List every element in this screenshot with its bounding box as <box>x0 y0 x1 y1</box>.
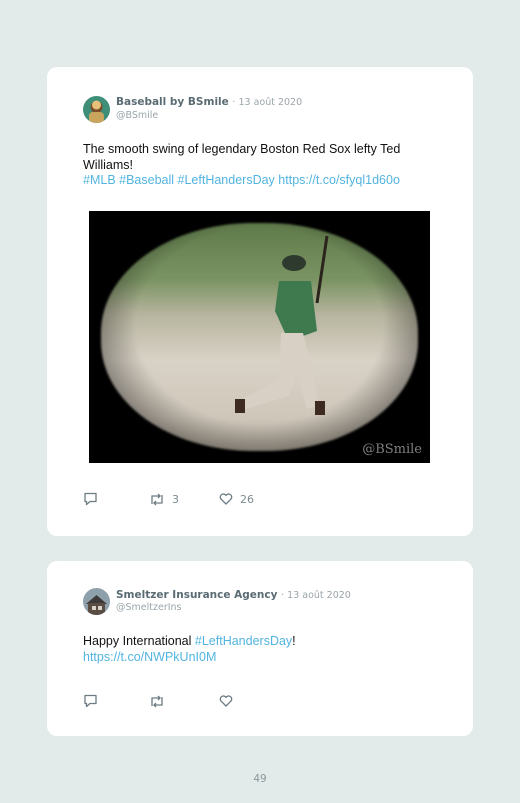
retweet-button[interactable] <box>149 693 172 709</box>
avatar[interactable] <box>83 588 110 615</box>
tweet-media[interactable]: @BSmile <box>89 211 430 463</box>
hashtag-link[interactable]: #Baseball <box>119 173 174 187</box>
reply-button[interactable] <box>83 491 98 507</box>
avatar[interactable] <box>83 96 110 123</box>
author-handle[interactable]: @SmeltzerIns <box>116 602 182 613</box>
retweet-icon <box>151 493 163 505</box>
tweet-text: Happy International #LeftHandersDay! htt… <box>83 634 438 665</box>
tweet-url-link[interactable]: https://t.co/sfyql1d60o <box>278 173 400 187</box>
like-button[interactable] <box>219 693 240 709</box>
page-number: 49 <box>253 773 267 785</box>
author-line: Smeltzer Insurance Agency · 13 août 2020 <box>116 589 351 601</box>
retweet-count: 3 <box>172 492 179 506</box>
tweet-url-link[interactable]: https://t.co/NWPkUnI0M <box>83 650 216 664</box>
author-name[interactable]: Baseball by BSmile <box>116 96 229 108</box>
tweet-card: Baseball by BSmile · 13 août 2020 @BSmil… <box>47 67 473 536</box>
tweet-date[interactable]: · 13 août 2020 <box>281 590 351 601</box>
author-line: Baseball by BSmile · 13 août 2020 <box>116 96 302 108</box>
reply-button[interactable] <box>83 693 98 709</box>
author-name[interactable]: Smeltzer Insurance Agency <box>116 589 277 601</box>
like-icon <box>219 493 233 505</box>
tweet-text-segment: Happy International <box>83 634 195 648</box>
like-button[interactable]: 26 <box>219 491 254 507</box>
media-watermark: @BSmile <box>362 442 422 457</box>
retweet-button[interactable]: 3 <box>149 491 179 507</box>
hashtag-link[interactable]: #MLB <box>83 173 116 187</box>
hashtag-link[interactable]: #LeftHandersDay <box>195 634 292 648</box>
tweet-card: Smeltzer Insurance Agency · 13 août 2020… <box>47 561 473 736</box>
tweet-actions: 3 26 <box>83 491 283 507</box>
batter-figure <box>235 235 329 415</box>
reply-icon <box>84 492 97 506</box>
tweet-date[interactable]: · 13 août 2020 <box>232 97 302 108</box>
hashtag-link[interactable]: #LeftHandersDay <box>178 173 275 187</box>
like-count: 26 <box>240 492 254 506</box>
retweet-icon <box>151 695 163 707</box>
tweet-text: The smooth swing of legendary Boston Red… <box>83 142 438 189</box>
reply-icon <box>84 694 97 708</box>
like-icon <box>219 695 233 707</box>
tweet-text-segment: ! <box>292 634 296 648</box>
tweet-actions <box>83 693 283 709</box>
tweet-text-line: The smooth swing of legendary Boston Red… <box>83 142 401 156</box>
tweet-text-line: Williams! <box>83 157 133 172</box>
author-handle[interactable]: @BSmile <box>116 110 158 121</box>
